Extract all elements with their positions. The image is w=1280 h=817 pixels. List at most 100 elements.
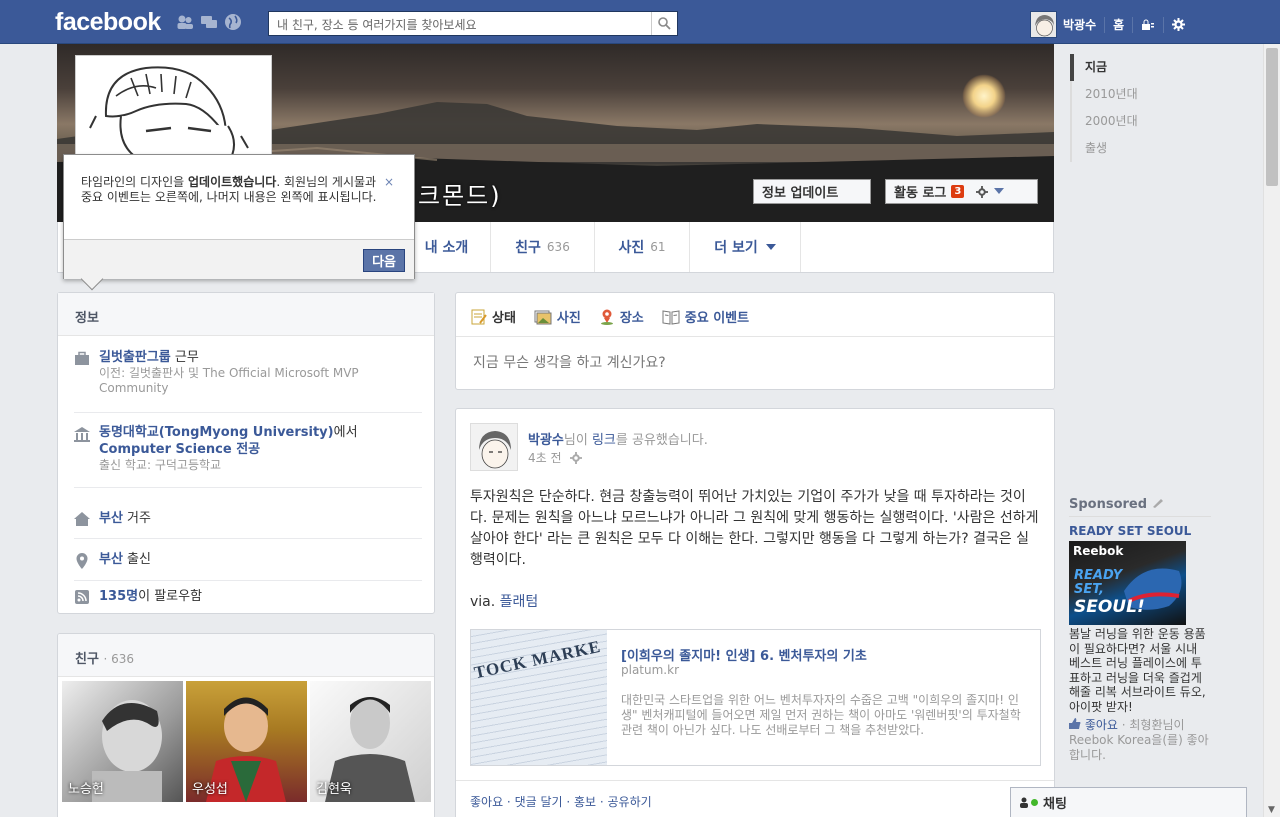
friend-name: 우성섭	[192, 782, 228, 797]
tab-life-event-label: 중요 이벤트	[684, 311, 750, 326]
post-via: via. 플래텀	[470, 591, 538, 611]
search-icon	[658, 17, 671, 30]
divider	[1163, 16, 1165, 33]
next-button[interactable]: 다음	[363, 249, 405, 272]
school-link[interactable]: 동명대학교(TongMyong University)	[99, 425, 334, 440]
scroll-down-icon[interactable]: ▼	[1268, 805, 1275, 815]
post-action-pre: 님이	[563, 433, 592, 448]
link-thumbnail[interactable]: TOCK MARKE	[471, 630, 607, 765]
ad-title[interactable]: READY SET SEOUL	[1069, 524, 1211, 538]
friends-box-title: 친구	[75, 652, 99, 667]
lives-link[interactable]: 부산	[99, 511, 123, 526]
via-label: via.	[470, 594, 496, 610]
tab-photo-label: 사진	[556, 311, 581, 326]
place-pin-icon	[600, 309, 613, 325]
timeline-item-born[interactable]: 출생	[1070, 135, 1150, 162]
search-button[interactable]	[651, 12, 677, 35]
friends-box: 친구 · 636 노승헌 우성섭 김현욱	[57, 633, 435, 817]
ad-like-link[interactable]: 좋아요	[1085, 718, 1118, 732]
friend-name: 노승헌	[68, 782, 104, 797]
author-name-link[interactable]: 박광수	[528, 433, 564, 448]
tab-friends[interactable]: 친구 636	[490, 222, 594, 272]
tab-photos-label: 사진	[618, 240, 645, 256]
ad-slogan: READY SET, SEOUL!	[1074, 568, 1145, 618]
post-action-post: 를 공유했습니다.	[615, 433, 708, 448]
hometown-link[interactable]: 부산	[99, 552, 123, 567]
work-link[interactable]: 길벗출판그룹	[99, 350, 171, 365]
timeline-update-tooltip: 타임라인의 디자인을 업데이트했습니다. 회원님의 게시물과 중요 이벤트는 오…	[63, 154, 415, 291]
notifications-globe-icon[interactable]	[224, 13, 242, 31]
ad-image[interactable]: Reebok READY SET, SEOUL!	[1069, 541, 1186, 625]
info-education: 동명대학교(TongMyong University)에서 Computer S…	[74, 424, 422, 488]
tab-status[interactable]: 상태	[471, 307, 516, 326]
messages-icon[interactable]	[200, 13, 218, 31]
search-bar[interactable]: 내 친구, 장소 등 여러가지를 찾아보세요	[268, 11, 678, 36]
timeline-item-2000s[interactable]: 2000년대	[1070, 108, 1150, 135]
chevron-down-icon[interactable]	[994, 188, 1005, 195]
page-scrollbar[interactable]: ▼	[1263, 44, 1280, 817]
gear-icon[interactable]	[976, 185, 989, 198]
divider	[1104, 16, 1106, 33]
rss-feed-icon	[75, 590, 89, 604]
followers-link[interactable]: 135명	[99, 589, 138, 604]
user-name-link[interactable]: 박광수	[1063, 16, 1096, 33]
work-previous: 이전: 길벗출판사 및 The Official Microsoft MVP C…	[99, 366, 359, 395]
post-timestamp[interactable]: 4초 전	[528, 449, 562, 466]
ad-social: 좋아요 · 최형환님이 Reebok Korea을(를) 좋아합니다.	[1069, 718, 1211, 763]
link-description: 대한민국 스타트업을 위한 어느 벤처투자자의 수줍은 고백 "이희우의 졸지마…	[621, 693, 1021, 737]
update-info-button[interactable]: 정보 업데이트	[753, 179, 871, 204]
house-icon	[74, 512, 90, 526]
link-title[interactable]: [이희우의 졸지마! 인생] 6. 벤처투자의 기초	[621, 645, 1031, 664]
ad-edit-pencil-icon[interactable]	[1152, 498, 1164, 508]
friends-grid: 노승헌 우성섭 김현욱	[62, 681, 431, 802]
tab-more[interactable]: 더 보기	[689, 222, 801, 272]
update-info-label: 정보 업데이트	[762, 186, 839, 201]
timeline-nav: 지금 2010년대 2000년대 출생	[1070, 54, 1150, 162]
chat-bar[interactable]: 채팅	[1010, 787, 1247, 817]
post-actions[interactable]: 좋아요 · 댓글 달기 · 홍보 · 공유하기	[456, 780, 1054, 817]
author-avatar[interactable]	[470, 423, 518, 471]
friend-requests-icon[interactable]	[176, 13, 194, 31]
school-major[interactable]: Computer Science 전공	[99, 441, 358, 458]
friends-box-count: · 636	[103, 652, 134, 666]
shared-link[interactable]: 링크	[592, 433, 616, 448]
user-avatar[interactable]	[1030, 11, 1057, 38]
link-preview-card[interactable]: TOCK MARKE [이희우의 졸지마! 인생] 6. 벤처투자의 기초 pl…	[470, 629, 1041, 766]
top-bar: facebook 내 친구, 장소 등 여러가지를 찾아보세요 박광수 홈	[0, 0, 1280, 44]
friend-thumbnail[interactable]: 노승헌	[62, 681, 183, 802]
divider	[1132, 16, 1134, 33]
friend-thumbnail[interactable]: 김현욱	[310, 681, 431, 802]
school-icon	[74, 427, 90, 442]
activity-log-button[interactable]: 활동 로그 3	[885, 179, 1038, 204]
timeline-item-now[interactable]: 지금	[1070, 54, 1150, 81]
search-input[interactable]: 내 친구, 장소 등 여러가지를 찾아보세요	[277, 16, 477, 33]
tab-about[interactable]: 내 소개	[402, 222, 490, 272]
user-nav: 박광수 홈	[1030, 11, 1186, 38]
location-pin-icon	[76, 552, 88, 569]
facebook-logo[interactable]: facebook	[55, 8, 161, 37]
tab-life-event[interactable]: 중요 이벤트	[662, 307, 749, 326]
status-input[interactable]: 지금 무슨 생각을 하고 계신가요?	[473, 352, 666, 372]
scrollbar-thumb[interactable]	[1266, 48, 1278, 186]
profile-name: 크몬드)	[418, 182, 502, 210]
via-link[interactable]: 플래텀	[500, 594, 539, 610]
sponsored-label[interactable]: Sponsored	[1069, 497, 1147, 512]
profile-picture[interactable]	[75, 55, 272, 165]
info-lives: 부산 거주	[74, 498, 422, 539]
tab-photos[interactable]: 사진 61	[594, 222, 689, 272]
tab-photo[interactable]: 사진	[534, 307, 581, 326]
activity-log-label: 활동 로그	[894, 186, 947, 201]
post-header: 박광수님이 링크를 공유했습니다.	[528, 429, 708, 448]
home-link[interactable]: 홈	[1113, 16, 1124, 33]
friends-box-header[interactable]: 친구 · 636	[58, 634, 434, 677]
status-pencil-icon	[471, 309, 487, 324]
post-meta: 4초 전	[528, 449, 582, 466]
close-icon[interactable]: ×	[384, 175, 394, 189]
thumbs-up-icon	[1069, 718, 1081, 729]
settings-gear-icon[interactable]	[1172, 18, 1186, 31]
gear-icon[interactable]	[569, 451, 582, 464]
friend-thumbnail[interactable]: 우성섭	[186, 681, 307, 802]
tab-place[interactable]: 장소	[599, 307, 644, 326]
privacy-lock-icon[interactable]	[1141, 19, 1155, 31]
timeline-item-2010s[interactable]: 2010년대	[1070, 81, 1150, 108]
